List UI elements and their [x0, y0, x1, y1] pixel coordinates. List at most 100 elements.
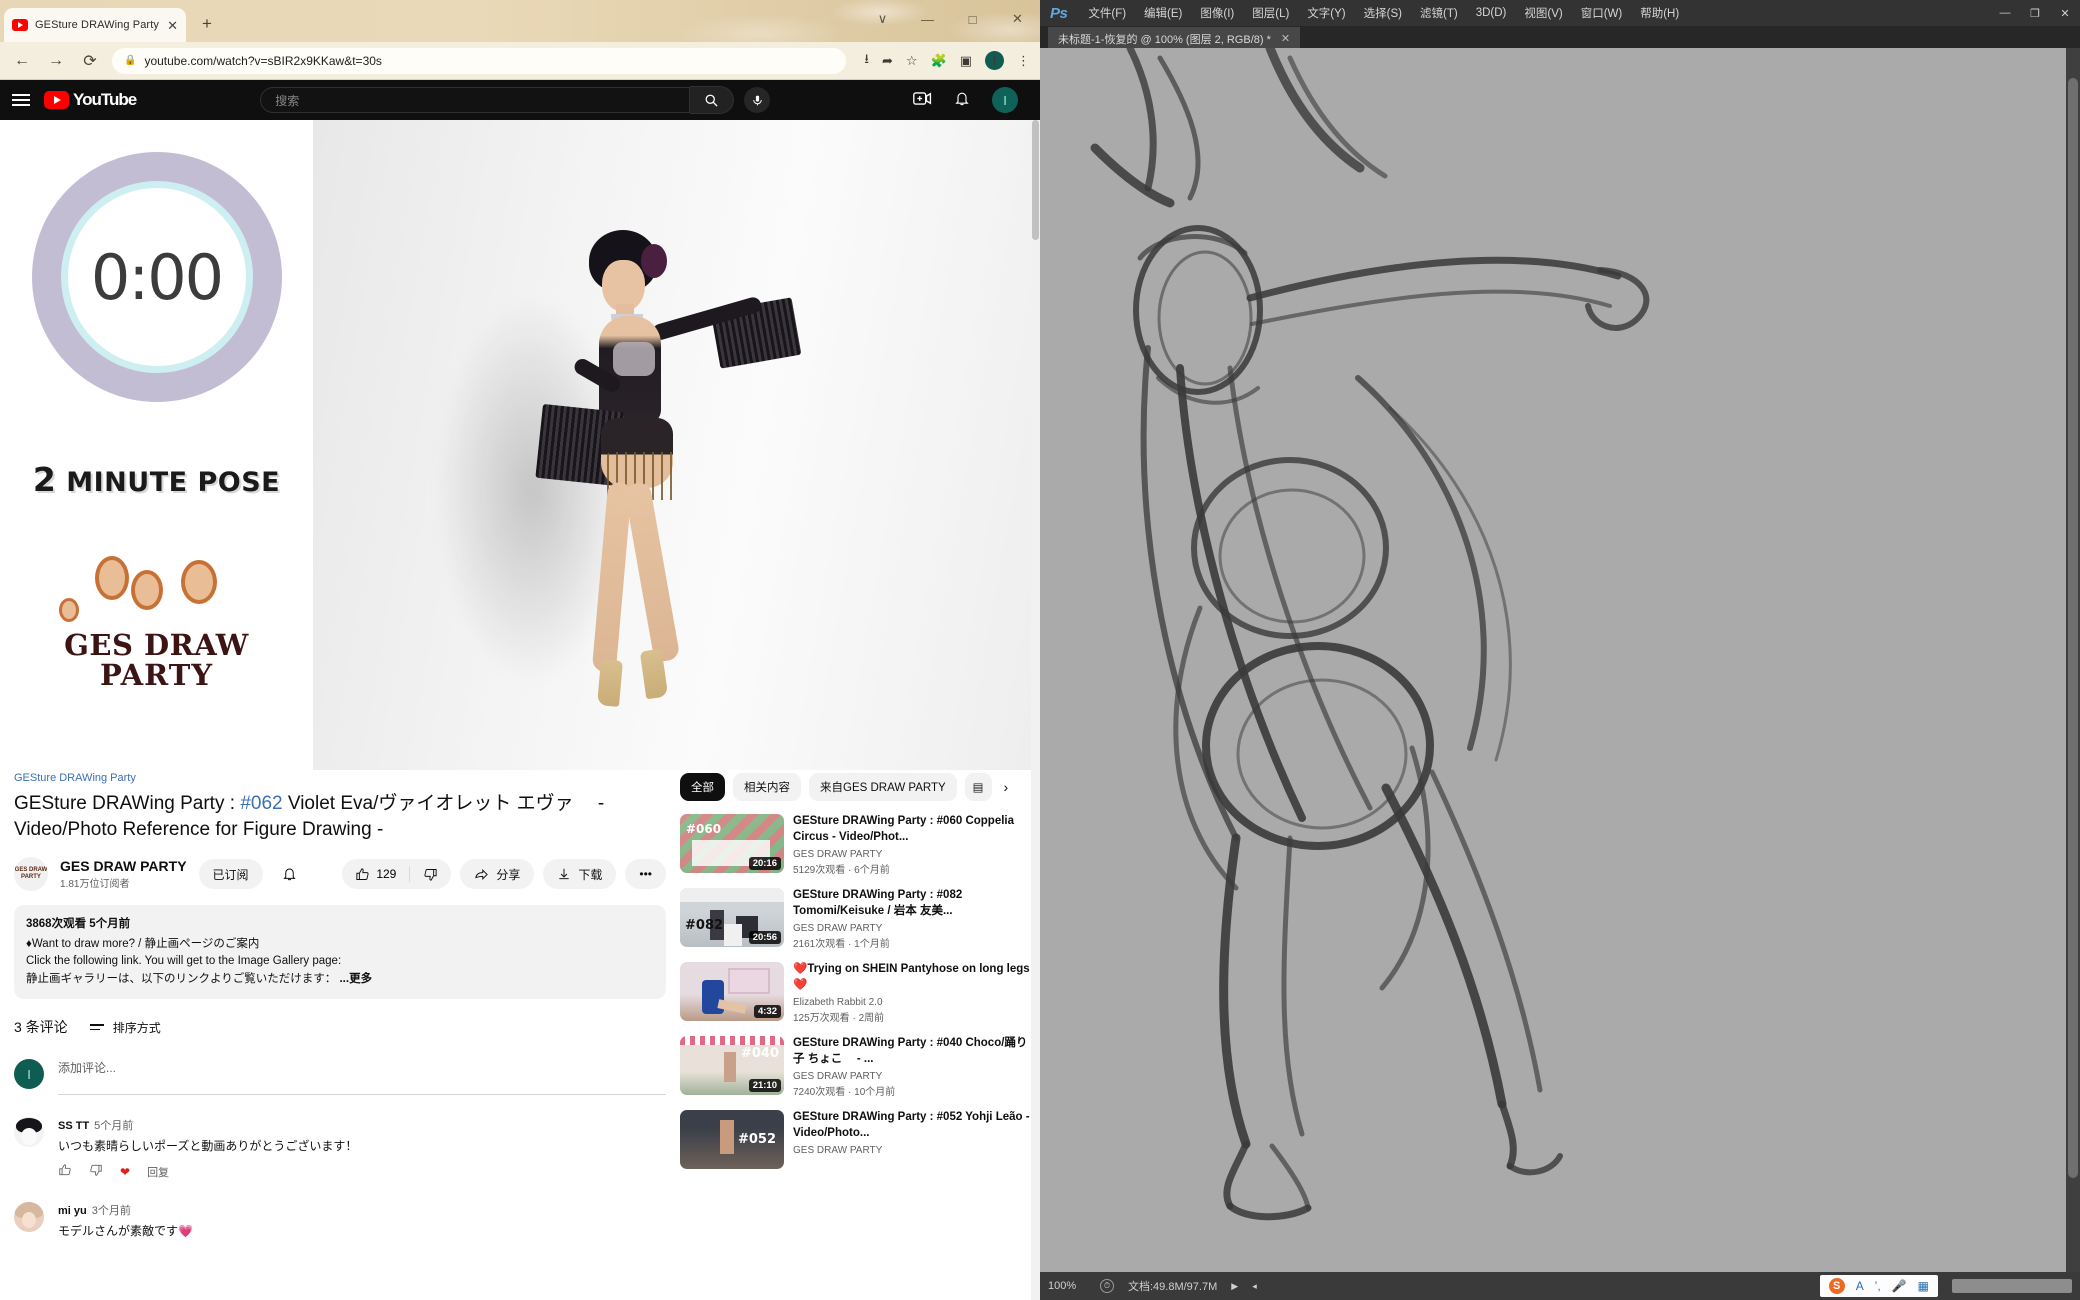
search-input[interactable]: 搜索 — [260, 87, 691, 113]
hamburger-menu-icon[interactable] — [12, 94, 30, 106]
tab-search-chevron-down-icon[interactable]: ∨ — [860, 0, 905, 38]
voice-search-button[interactable] — [744, 87, 771, 113]
notification-bell-button[interactable] — [275, 859, 305, 889]
menu-type[interactable]: 文字(Y) — [1298, 0, 1354, 26]
bookmark-star-icon[interactable]: ☆ — [906, 53, 918, 69]
subscribe-button[interactable]: 已订阅 — [198, 859, 263, 889]
minimize-button[interactable]: — — [1990, 0, 2020, 26]
photoshop-window: Ps 文件(F) 编辑(E) 图像(I) 图层(L) 文字(Y) 选择(S) 滤… — [1040, 0, 2080, 1300]
close-icon[interactable]: ✕ — [167, 19, 178, 32]
youtube-logo[interactable]: YouTube — [44, 90, 137, 110]
dislike-button[interactable] — [410, 867, 451, 882]
document-tab[interactable]: 未标题-1-恢复的 @ 100% (图层 2, RGB/8) * ✕ — [1048, 27, 1301, 48]
share-button[interactable]: 分享 — [460, 859, 535, 889]
reload-icon[interactable]: ⟳ — [78, 51, 102, 71]
ges-draw-party-logo: GES DRAW PARTY — [49, 554, 264, 692]
search-button[interactable] — [690, 86, 735, 114]
show-more-link[interactable]: ...更多 — [339, 973, 372, 985]
recommended-video-item[interactable]: #082 20:56 GESture DRAWing Party : #082 … — [680, 888, 1030, 950]
close-window-button[interactable]: ✕ — [995, 0, 1040, 38]
comment-like-button[interactable] — [58, 1163, 72, 1180]
menu-file[interactable]: 文件(F) — [1079, 0, 1135, 26]
recommended-video-channel[interactable]: GES DRAW PARTY — [793, 1071, 1030, 1082]
recommended-video-item[interactable]: #040 21:10 GESture DRAWing Party : #040 … — [680, 1036, 1030, 1098]
thumbs-down-icon — [90, 1164, 102, 1176]
download-icon[interactable]: ⭳ — [864, 50, 869, 72]
like-button[interactable]: 129 — [342, 867, 409, 882]
menu-select[interactable]: 选择(S) — [1355, 0, 1411, 26]
url-input[interactable]: 🔒 youtube.com/watch?v=sBIR2x9KKaw&t=30s — [112, 47, 847, 74]
minimize-button[interactable]: — — [905, 0, 950, 38]
status-expand-arrow-icon[interactable]: ▶ — [1231, 1281, 1238, 1292]
video-player[interactable]: 0:00 2 MINUTE POSE GES DRAW PARTY — [0, 120, 1032, 770]
channel-avatar[interactable]: GES DRAW PARTY — [14, 857, 48, 891]
browser-profile-avatar[interactable]: I — [985, 51, 1004, 70]
menu-help[interactable]: 帮助(H) — [1631, 0, 1688, 26]
channel-breadcrumb-link[interactable]: GESture DRAWing Party — [14, 772, 666, 784]
menu-filter[interactable]: 滤镜(T) — [1411, 0, 1467, 26]
menu-window[interactable]: 窗口(W) — [1572, 0, 1632, 26]
chip-from-channel[interactable]: 来自GES DRAW PARTY — [809, 773, 957, 801]
menu-view[interactable]: 视图(V) — [1515, 0, 1571, 26]
recommended-video-item[interactable]: #052 GESture DRAWing Party : #052 Yohji … — [680, 1110, 1030, 1169]
reply-button[interactable]: 回复 — [147, 1164, 169, 1180]
recommended-video-item[interactable]: 4:32 ❤️Trying on SHEIN Pantyhose on long… — [680, 962, 1030, 1024]
zoom-level[interactable]: 100% — [1048, 1280, 1086, 1292]
browser-menu-icon[interactable]: ⋮ — [1017, 53, 1030, 69]
bell-icon[interactable] — [954, 90, 970, 110]
chevron-right-icon[interactable]: › — [1000, 779, 1009, 795]
sort-comments-button[interactable]: 排序方式 — [89, 1019, 161, 1036]
close-window-button[interactable]: ✕ — [2050, 0, 2080, 26]
recommended-video-item[interactable]: #060 20:16 GESture DRAWing Party : #060 … — [680, 814, 1030, 876]
keyboard-icon[interactable]: ▦ — [1918, 1279, 1929, 1293]
page-scrollbar[interactable] — [1031, 120, 1040, 1300]
commenter-name[interactable]: mi yu 3个月前 — [58, 1202, 193, 1218]
microphone-icon[interactable]: 🎤 — [1892, 1279, 1907, 1293]
menu-edit[interactable]: 编辑(E) — [1135, 0, 1191, 26]
maximize-button[interactable]: □ — [950, 0, 995, 38]
sidepanel-icon[interactable]: ▣ — [960, 53, 972, 69]
commenter-avatar[interactable] — [14, 1117, 44, 1147]
chip-all[interactable]: 全部 — [680, 773, 725, 801]
punctuation-icon[interactable]: ‛, — [1875, 1279, 1881, 1293]
status-small-arrow-icon[interactable]: ◂ — [1252, 1281, 1257, 1292]
share-icon[interactable]: ➦ — [882, 53, 893, 69]
recommended-video-title: ❤️Trying on SHEIN Pantyhose on long legs… — [793, 963, 1030, 991]
download-button[interactable]: 下载 — [543, 859, 617, 889]
menu-3d[interactable]: 3D(D) — [1467, 0, 1516, 26]
horizontal-scrollbar[interactable] — [1952, 1279, 2072, 1293]
ime-mode-label[interactable]: A — [1856, 1279, 1864, 1293]
chip-related[interactable]: 相关内容 — [733, 773, 801, 801]
menu-image[interactable]: 图像(I) — [1191, 0, 1243, 26]
comment-input[interactable]: 添加评论... — [58, 1059, 666, 1095]
timer-value: 0:00 — [90, 240, 224, 314]
back-arrow-icon[interactable]: ← — [10, 52, 34, 70]
maximize-button[interactable]: ❐ — [2020, 0, 2050, 26]
commenter-name[interactable]: SS TT 5个月前 — [58, 1117, 357, 1133]
extensions-puzzle-icon[interactable]: 🧩 — [931, 53, 947, 69]
more-actions-button[interactable]: ••• — [625, 859, 666, 889]
recommended-video-channel[interactable]: Elizabeth Rabbit 2.0 — [793, 997, 1030, 1008]
video-description[interactable]: 3868次观看 5个月前 ♦Want to draw more? / 静止画ペー… — [14, 905, 666, 999]
close-icon[interactable]: ✕ — [1281, 32, 1290, 45]
scrollbar-thumb[interactable] — [1032, 120, 1039, 240]
photoshop-canvas[interactable] — [1040, 48, 2080, 1272]
account-avatar[interactable]: I — [992, 87, 1018, 113]
video-title-number[interactable]: #062 — [240, 793, 282, 814]
comment-dislike-button[interactable] — [89, 1163, 103, 1180]
browser-tab[interactable]: GESture DRAWing Party : #062 ✕ — [4, 8, 186, 42]
new-tab-button[interactable]: + — [196, 14, 218, 36]
recommended-video-channel[interactable]: GES DRAW PARTY — [793, 923, 1030, 934]
sogou-logo-icon[interactable]: S — [1828, 1278, 1845, 1294]
channel-name[interactable]: GES DRAW PARTY — [60, 858, 187, 875]
menu-layer[interactable]: 图层(L) — [1243, 0, 1298, 26]
commenter-avatar[interactable] — [14, 1202, 44, 1232]
model-figure — [433, 230, 802, 730]
chip-playlists[interactable]: ▤ — [964, 773, 992, 801]
create-video-icon[interactable] — [913, 91, 932, 109]
forward-arrow-icon[interactable]: → — [44, 52, 68, 70]
canvas-vertical-scrollbar[interactable] — [2066, 48, 2080, 1272]
recommended-video-channel[interactable]: GES DRAW PARTY — [793, 1145, 1030, 1156]
recommended-video-channel[interactable]: GES DRAW PARTY — [793, 849, 1030, 860]
scrollbar-thumb[interactable] — [2068, 78, 2078, 1178]
